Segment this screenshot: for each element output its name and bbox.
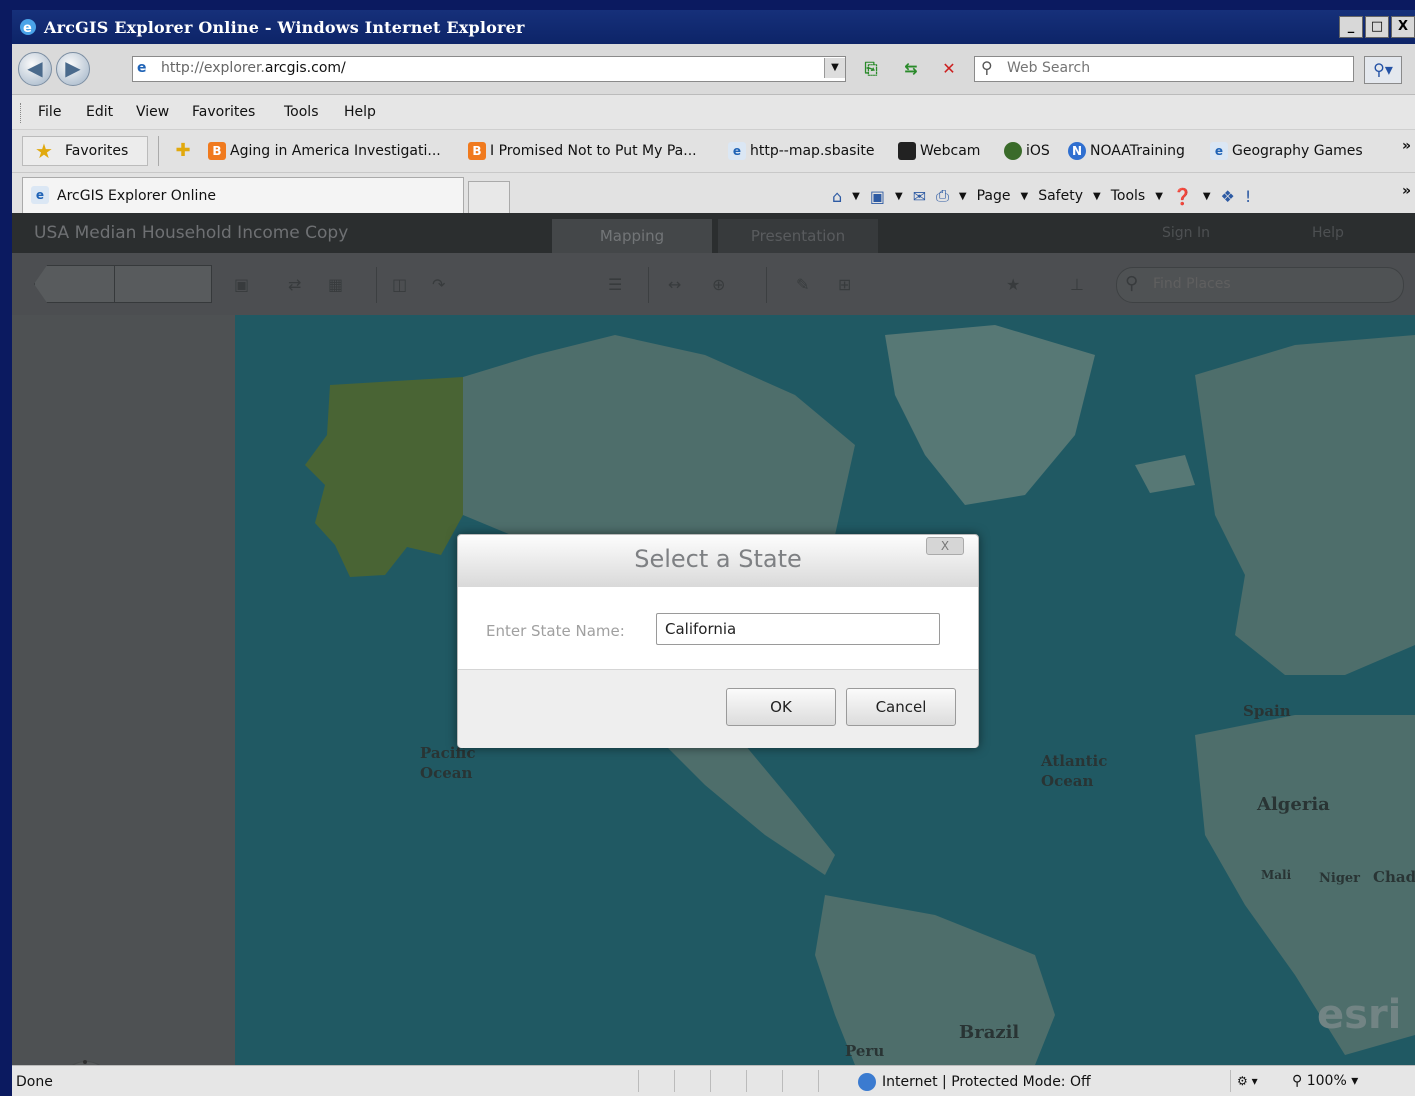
title-bar: e ArcGIS Explorer Online - Windows Inter…: [12, 10, 1415, 44]
compatibility-icon[interactable]: ⎘: [858, 56, 884, 82]
research-icon[interactable]: ❖: [1221, 187, 1235, 206]
status-text: Done: [16, 1074, 53, 1090]
favorite-link[interactable]: Webcam: [898, 140, 980, 162]
favorite-link[interactable]: iOS: [1004, 140, 1050, 162]
cancel-button[interactable]: Cancel: [846, 688, 956, 726]
refresh-icon[interactable]: ⇆: [898, 56, 924, 82]
add-favorite-icon: ✚: [175, 140, 191, 161]
commands-more-icon[interactable]: »: [1402, 183, 1411, 199]
state-name-label: Enter State Name:: [486, 622, 625, 640]
url-dropdown-icon[interactable]: ▼: [824, 58, 845, 78]
blogger-icon: B: [468, 142, 486, 160]
home-icon[interactable]: ⌂: [832, 187, 842, 206]
messenger-icon[interactable]: !: [1245, 187, 1251, 206]
search-icon: ⚲: [981, 58, 993, 77]
favorite-link[interactable]: e Geography Games: [1210, 140, 1363, 162]
menu-tools[interactable]: Tools: [284, 104, 319, 120]
blogger-icon: B: [208, 142, 226, 160]
print-icon[interactable]: ⎙: [936, 186, 949, 206]
forward-arrow-icon[interactable]: ▶: [56, 52, 90, 86]
maximize-button[interactable]: □: [1365, 16, 1389, 38]
globe-icon: [858, 1073, 876, 1091]
favorites-button[interactable]: ★ Favorites: [22, 136, 148, 166]
minimize-button[interactable]: _: [1339, 16, 1363, 38]
close-window-button[interactable]: X: [1391, 16, 1415, 38]
url-text: http://explorer.arcgis.com/: [161, 60, 346, 76]
menu-edit[interactable]: Edit: [86, 104, 113, 120]
menu-bar: File Edit View Favorites Tools Help: [12, 95, 1415, 130]
webcam-icon: [898, 142, 916, 160]
ok-button[interactable]: OK: [726, 688, 836, 726]
menu-file[interactable]: File: [38, 104, 61, 120]
svg-text:e: e: [23, 21, 32, 36]
ie-logo-icon: e: [20, 19, 36, 36]
browser-window: e ArcGIS Explorer Online - Windows Inter…: [12, 10, 1415, 1096]
star-icon: ★: [35, 139, 53, 163]
command-bar: ⌂ ▼ ▣ ▼ ✉ ⎙ ▼ Page ▼ Safety ▼ Tools ▼ ❓ ▼ ❖ !: [832, 186, 1252, 206]
zoom-level[interactable]: ⚲ 100% ▾: [1292, 1073, 1358, 1089]
favorite-link[interactable]: B I Promised Not to Put My Pa...: [468, 140, 697, 162]
tab-arcgis-explorer[interactable]: e ArcGIS Explorer Online: [22, 177, 464, 214]
page-icon: e: [137, 60, 147, 76]
ie-page-icon: e: [31, 186, 49, 204]
favorites-more-icon[interactable]: »: [1402, 138, 1411, 154]
dialog-body: Enter State Name:: [458, 587, 978, 669]
web-search-input[interactable]: [1005, 59, 1339, 77]
ie-page-icon: e: [1210, 142, 1228, 160]
dialog-footer: OK Cancel: [458, 669, 978, 748]
safety-menu[interactable]: Safety: [1038, 188, 1083, 204]
favorite-link[interactable]: N NOAATraining: [1068, 140, 1185, 162]
tab-bar: e ArcGIS Explorer Online ⌂ ▼ ▣ ▼ ✉ ⎙ ▼ Page…: [12, 173, 1415, 214]
dialog-header: Select a State X: [458, 535, 978, 588]
state-name-input[interactable]: [656, 613, 940, 645]
dialog-close-button[interactable]: X: [926, 537, 964, 555]
help-icon[interactable]: ❓: [1173, 187, 1193, 206]
menu-help[interactable]: Help: [344, 104, 376, 120]
ios-icon: [1004, 142, 1022, 160]
dialog-title: Select a State: [634, 545, 802, 573]
protected-mode-icon[interactable]: ⚙ ▾: [1230, 1070, 1287, 1092]
tools-menu[interactable]: Tools: [1111, 188, 1146, 204]
url-field[interactable]: e http://explorer.arcgis.com/: [132, 56, 846, 82]
status-bar: Done Internet | Protected Mode: Off ⚙ ▾ …: [12, 1065, 1415, 1096]
new-tab-button[interactable]: [468, 181, 510, 214]
favorite-link[interactable]: e http--map.sbasite: [728, 140, 874, 162]
favorite-link[interactable]: B Aging in America Investigati...: [208, 140, 441, 162]
stop-icon[interactable]: ✕: [936, 56, 962, 82]
select-state-dialog: Select a State X Enter State Name: OK Ca…: [457, 534, 979, 748]
web-search-field[interactable]: ⚲: [974, 56, 1354, 82]
search-go-button[interactable]: ⚲▾: [1364, 56, 1402, 84]
window-title: ArcGIS Explorer Online - Windows Interne…: [44, 18, 525, 37]
security-zone[interactable]: Internet | Protected Mode: Off: [858, 1073, 1091, 1091]
feeds-icon[interactable]: ▣: [870, 187, 885, 206]
menu-favorites[interactable]: Favorites: [192, 104, 255, 120]
noaa-icon: N: [1068, 142, 1086, 160]
menu-view[interactable]: View: [136, 104, 169, 120]
favorites-bar: ★ Favorites ✚ B Aging in America Investi…: [12, 130, 1415, 173]
mail-icon[interactable]: ✉: [913, 187, 926, 206]
address-bar: ◀ ▶ e http://explorer.arcgis.com/ ▼ ⎘ ⇆ …: [12, 44, 1415, 95]
ie-page-icon: e: [728, 142, 746, 160]
page-menu[interactable]: Page: [977, 188, 1011, 204]
add-favorite-button[interactable]: ✚: [174, 140, 192, 162]
back-arrow-icon[interactable]: ◀: [18, 52, 52, 86]
